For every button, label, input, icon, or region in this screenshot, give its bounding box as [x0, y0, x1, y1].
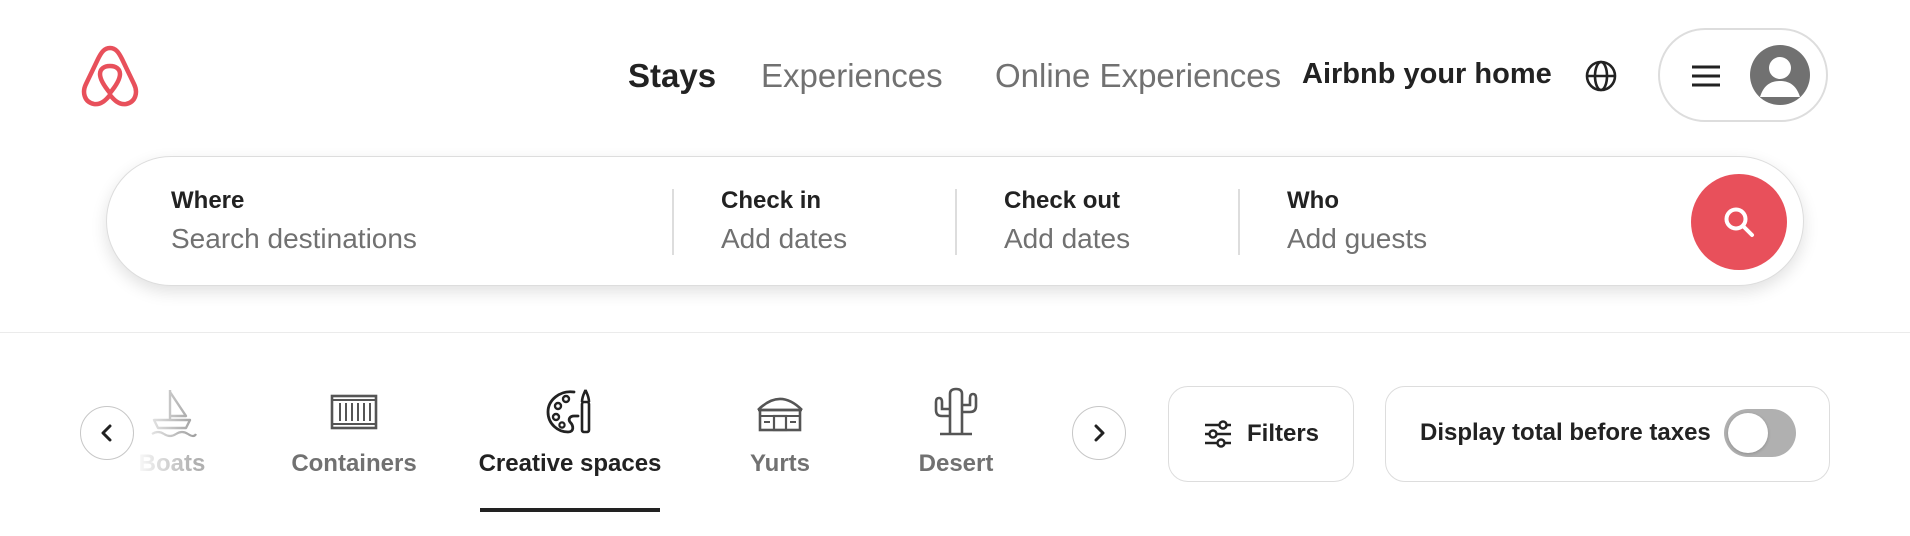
- airbnb-your-home-link[interactable]: Airbnb your home: [1302, 58, 1552, 91]
- check-in-label: Check in: [721, 187, 822, 214]
- who-value: Add guests: [1287, 223, 1428, 254]
- check-in-field[interactable]: Check in Add dates: [674, 157, 955, 285]
- active-category-underline: [480, 508, 660, 512]
- toggle-knob: [1728, 413, 1768, 453]
- sliders-icon: [1204, 420, 1231, 448]
- user-avatar-icon: [1750, 45, 1810, 105]
- display-total-toggle-box: Display total before taxes: [1385, 386, 1830, 482]
- search-bar: Where Search destinations Check in Add d…: [106, 156, 1804, 286]
- scroll-fade: [134, 370, 194, 490]
- check-in-value: Add dates: [721, 223, 848, 254]
- nav-stays[interactable]: Stays: [628, 52, 716, 100]
- header-divider: [0, 332, 1910, 333]
- palette-icon: [546, 389, 591, 434]
- nav-experiences[interactable]: Experiences: [761, 52, 943, 100]
- category-label: Desert: [918, 450, 994, 477]
- display-total-label: Display total before taxes: [1420, 419, 1711, 446]
- where-label: Where: [171, 187, 245, 214]
- who-label: Who: [1287, 187, 1339, 214]
- container-icon: [330, 394, 378, 430]
- category-label: Yurts: [749, 450, 811, 477]
- search-icon: [1724, 207, 1754, 237]
- profile-menu-button[interactable]: [1658, 28, 1828, 122]
- category-creative-spaces[interactable]: Creative spaces: [474, 386, 666, 478]
- nav-online-experiences[interactable]: Online Experiences: [995, 52, 1281, 100]
- chevron-right-icon: [1094, 424, 1105, 442]
- airbnb-logo[interactable]: [78, 42, 142, 110]
- where-field[interactable]: Where Search destinations: [107, 157, 672, 285]
- yurt-icon: [757, 397, 803, 432]
- chevron-left-icon: [101, 424, 112, 442]
- hamburger-menu-icon: [1690, 64, 1722, 88]
- check-out-label: Check out: [1004, 187, 1121, 214]
- filters-button[interactable]: Filters: [1168, 386, 1354, 482]
- filters-label: Filters: [1246, 420, 1320, 447]
- category-label: Containers: [291, 450, 417, 477]
- category-yurts[interactable]: Yurts: [730, 386, 830, 478]
- check-out-value: Add dates: [1004, 223, 1131, 254]
- category-desert[interactable]: Desert: [906, 386, 1006, 478]
- category-containers[interactable]: Containers: [286, 386, 422, 478]
- search-button[interactable]: [1691, 174, 1787, 270]
- categories-next-button[interactable]: [1072, 406, 1126, 460]
- globe-icon[interactable]: [1584, 59, 1618, 93]
- display-total-toggle[interactable]: [1724, 409, 1796, 457]
- cactus-icon: [934, 387, 978, 436]
- check-out-field[interactable]: Check out Add dates: [957, 157, 1238, 285]
- category-label: Creative spaces: [478, 450, 662, 477]
- where-placeholder: Search destinations: [171, 223, 417, 254]
- who-field[interactable]: Who Add guests: [1240, 157, 1680, 285]
